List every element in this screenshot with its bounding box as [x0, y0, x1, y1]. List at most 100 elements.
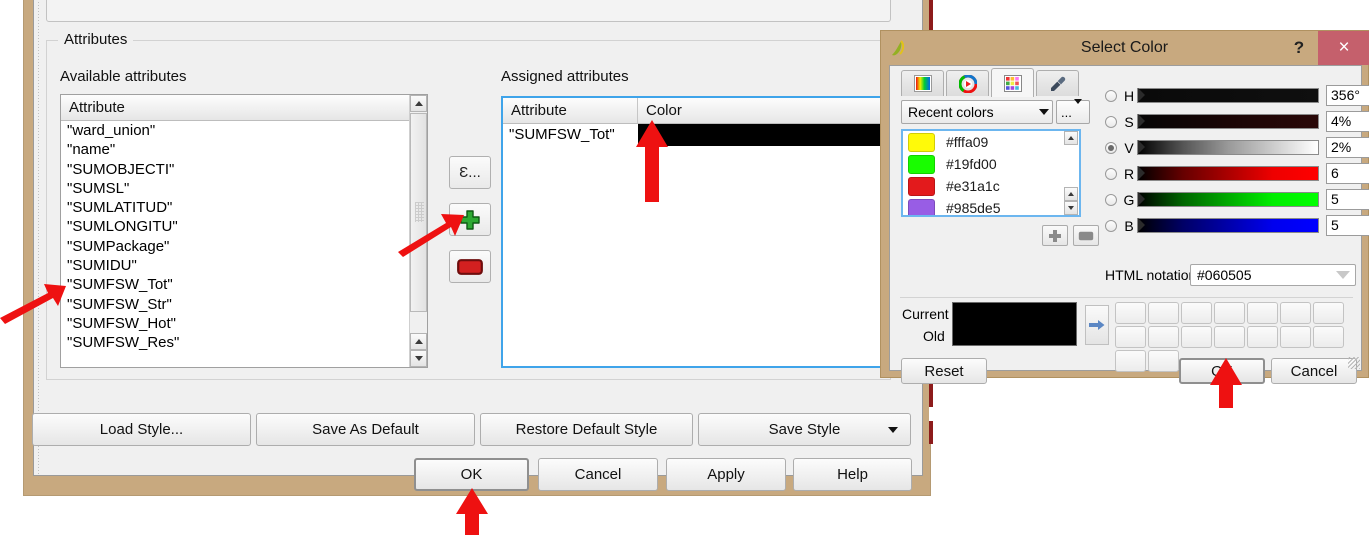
recent-colors-rows[interactable]: #fffa09 #19fd00 #e31a1c #985de5	[903, 131, 1079, 215]
channel-radio-h[interactable]	[1105, 89, 1117, 102]
channel-value[interactable]: 4%	[1326, 111, 1369, 132]
resize-grip[interactable]	[1348, 357, 1360, 369]
color-swatch[interactable]	[908, 154, 935, 174]
add-attribute-button[interactable]	[449, 203, 491, 236]
channel-radio-g[interactable]	[1105, 193, 1117, 206]
list-item[interactable]: "SUMFSW_Hot"	[61, 314, 427, 333]
html-notation-arrow[interactable]	[1336, 265, 1350, 285]
list-item[interactable]: "SUMPackage"	[61, 237, 427, 256]
recent-color-item[interactable]: #19fd00	[903, 153, 1079, 175]
recent-color-item[interactable]: #e31a1c	[903, 175, 1079, 197]
channel-slider[interactable]	[1137, 166, 1319, 181]
assigned-column-attribute[interactable]: Attribute	[503, 98, 638, 123]
custom-color-slot[interactable]	[1148, 350, 1179, 372]
add-palette-color-button[interactable]	[1042, 225, 1068, 246]
assigned-column-color[interactable]: Color	[638, 98, 889, 123]
recent-colors-scrollbar[interactable]	[1064, 131, 1079, 215]
panel-gripper[interactable]	[34, 0, 43, 475]
recent-scroll-page-up-button[interactable]	[1064, 187, 1078, 201]
channel-value[interactable]: 5	[1326, 215, 1369, 236]
channel-slider[interactable]	[1137, 218, 1319, 233]
select-color-titlebar[interactable]: Select Color ? ×	[881, 31, 1369, 65]
color-swatch[interactable]	[908, 176, 935, 196]
custom-color-slot[interactable]	[1214, 302, 1245, 324]
list-item[interactable]: "SUMOBJECTI"	[61, 160, 427, 179]
custom-color-slot[interactable]	[1148, 302, 1179, 324]
custom-color-slot[interactable]	[1313, 326, 1344, 348]
save-style-button[interactable]: Save Style	[698, 413, 911, 446]
list-item[interactable]: "SUMSL"	[61, 179, 427, 198]
custom-color-slot[interactable]	[1115, 302, 1146, 324]
save-style-dropdown-arrow[interactable]	[888, 427, 898, 433]
scroll-page-up-button[interactable]	[410, 333, 427, 350]
custom-color-slot[interactable]	[1148, 326, 1179, 348]
channel-radio-b[interactable]	[1105, 219, 1117, 232]
recent-scroll-up-button[interactable]	[1064, 131, 1078, 145]
list-item[interactable]: "ward_union"	[61, 121, 427, 140]
recent-color-item[interactable]: #fffa09	[903, 131, 1079, 153]
custom-color-slot[interactable]	[1247, 326, 1278, 348]
help-button-titlebar[interactable]: ?	[1285, 35, 1313, 61]
palette-select[interactable]: Recent colors	[901, 100, 1053, 124]
channel-slider[interactable]	[1137, 88, 1319, 103]
reset-button[interactable]: Reset	[901, 358, 987, 384]
list-item[interactable]: "SUMLONGITU"	[61, 217, 427, 236]
channel-radio-v[interactable]	[1105, 141, 1117, 154]
remove-attribute-button[interactable]	[449, 250, 491, 283]
color-swatch[interactable]	[908, 198, 935, 215]
html-notation-field[interactable]: #060505	[1190, 264, 1356, 286]
channel-slider[interactable]	[1137, 114, 1319, 129]
custom-color-slot[interactable]	[1181, 326, 1212, 348]
custom-color-slot[interactable]	[1214, 326, 1245, 348]
current-old-color-swatch[interactable]	[952, 302, 1077, 346]
custom-color-slot[interactable]	[1115, 350, 1146, 372]
color-picker-tab[interactable]	[1036, 70, 1079, 96]
recent-colors-list[interactable]: #fffa09 #19fd00 #e31a1c #985de5	[901, 129, 1081, 217]
color-ok-button[interactable]: OK	[1179, 358, 1265, 384]
help-button[interactable]: Help	[793, 458, 912, 491]
channel-slider[interactable]	[1137, 192, 1319, 207]
apply-button[interactable]: Apply	[666, 458, 786, 491]
table-row[interactable]: "SUMFSW_Tot"	[503, 124, 889, 146]
list-item[interactable]: "SUMFSW_Str"	[61, 295, 427, 314]
channel-slider[interactable]	[1137, 140, 1319, 155]
assigned-color-cell[interactable]	[638, 124, 889, 146]
color-ramp-tab[interactable]	[901, 70, 944, 96]
channel-value[interactable]: 2%	[1326, 137, 1369, 158]
scroll-thumb[interactable]	[410, 113, 427, 312]
copy-to-custom-button[interactable]	[1085, 305, 1109, 345]
color-swatch[interactable]	[908, 132, 935, 152]
restore-default-style-button[interactable]: Restore Default Style	[480, 413, 693, 446]
recent-color-item[interactable]: #985de5	[903, 197, 1079, 215]
color-wheel-tab[interactable]	[946, 70, 989, 96]
scroll-up-button[interactable]	[410, 95, 427, 112]
channel-value[interactable]: 356°	[1326, 85, 1369, 106]
custom-color-slot[interactable]	[1181, 302, 1212, 324]
available-list-scrollbar[interactable]	[409, 95, 427, 367]
custom-color-slot[interactable]	[1280, 302, 1311, 324]
custom-color-slot[interactable]	[1313, 302, 1344, 324]
assigned-list-rows[interactable]: "SUMFSW_Tot"	[503, 124, 889, 146]
custom-color-slot[interactable]	[1115, 326, 1146, 348]
list-item[interactable]: "name"	[61, 140, 427, 159]
available-list-rows[interactable]: "ward_union" "name" "SUMOBJECTI" "SUMSL" "SU…	[61, 121, 427, 353]
list-item[interactable]: "SUMFSW_Res"	[61, 333, 427, 352]
cancel-button[interactable]: Cancel	[538, 458, 658, 491]
list-item[interactable]: "SUMFSW_Tot"	[61, 275, 427, 294]
channel-radio-r[interactable]	[1105, 167, 1117, 180]
custom-color-slot[interactable]	[1247, 302, 1278, 324]
list-item[interactable]: "SUMIDU"	[61, 256, 427, 275]
available-attributes-list[interactable]: Attribute "ward_union" "name" "SUMOBJECTI"…	[60, 94, 428, 368]
channel-value[interactable]: 6	[1326, 163, 1369, 184]
expression-button[interactable]: Ɛ...	[449, 156, 491, 189]
scroll-down-button[interactable]	[410, 350, 427, 367]
channel-value[interactable]: 5	[1326, 189, 1369, 210]
color-swatches-tab[interactable]	[991, 68, 1034, 97]
close-button[interactable]: ×	[1318, 31, 1369, 65]
available-column-attribute[interactable]: Attribute	[61, 95, 427, 120]
list-item[interactable]: "SUMLATITUD"	[61, 198, 427, 217]
custom-color-slot[interactable]	[1280, 326, 1311, 348]
load-style-button[interactable]: Load Style...	[32, 413, 251, 446]
color-cancel-button[interactable]: Cancel	[1271, 358, 1357, 384]
remove-palette-color-button[interactable]	[1073, 225, 1099, 246]
